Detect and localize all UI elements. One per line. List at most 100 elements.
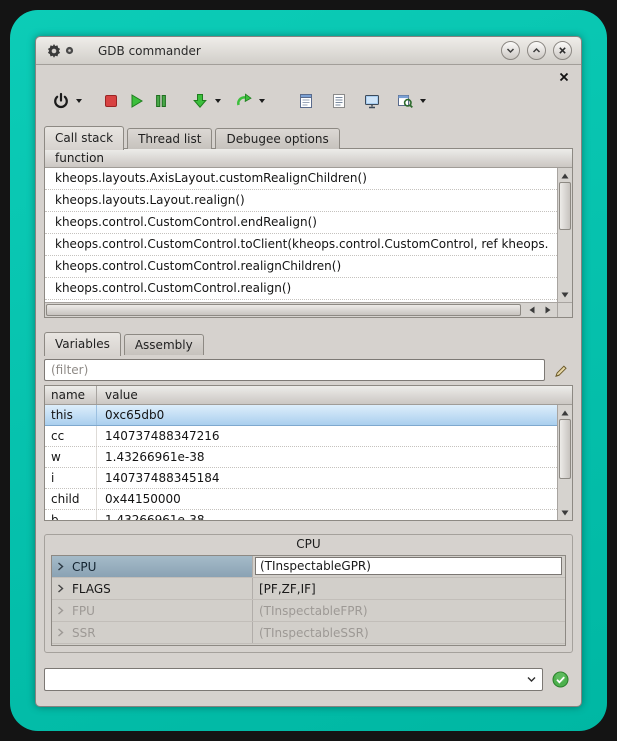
minimize-button[interactable] xyxy=(501,41,520,60)
variable-name: b xyxy=(45,510,97,520)
register-group-value[interactable]: (TInspectableSSR) xyxy=(252,622,565,643)
editor-button[interactable] xyxy=(293,88,318,115)
filter-pen-icon[interactable] xyxy=(552,362,570,380)
cpu-grid-row[interactable]: SSR (TInspectableSSR) xyxy=(52,622,565,644)
variable-name: child xyxy=(45,489,97,509)
command-combobox[interactable] xyxy=(44,668,543,691)
window-title: GDB commander xyxy=(98,44,201,58)
variable-value: 0x44150000 xyxy=(97,489,557,509)
pause-button[interactable] xyxy=(148,88,173,115)
inspect-button[interactable] xyxy=(392,88,417,115)
expander-icon[interactable] xyxy=(52,556,69,577)
scrollbar-thumb[interactable] xyxy=(559,182,571,230)
tab-variables[interactable]: Variables xyxy=(44,332,121,356)
step-into-dropdown[interactable] xyxy=(212,88,223,115)
command-input[interactable] xyxy=(49,670,520,689)
step-over-dropdown[interactable] xyxy=(256,88,267,115)
callstack-list: kheops.layouts.AxisLayout.customRealignC… xyxy=(45,168,557,302)
register-group-value[interactable]: [PF,ZF,IF] xyxy=(252,578,565,599)
vertical-scrollbar[interactable] xyxy=(557,405,572,520)
callstack-row[interactable]: kheops.control.CustomControl.realign() xyxy=(45,278,557,300)
column-header-name[interactable]: name xyxy=(45,386,97,404)
maximize-button[interactable] xyxy=(527,41,546,60)
chevron-down-icon xyxy=(505,45,516,56)
scroll-left-icon[interactable] xyxy=(524,303,540,317)
callstack-row[interactable]: kheops.control.CustomControl.realignChil… xyxy=(45,256,557,278)
cpu-property-grid: CPU (TInspectableGPR) FLAGS [PF,ZF,IF] xyxy=(51,555,566,646)
variable-row[interactable]: child 0x44150000 xyxy=(45,489,557,510)
variable-row[interactable]: cc 140737488347216 xyxy=(45,426,557,447)
monitor-icon xyxy=(363,92,381,110)
scroll-down-icon[interactable] xyxy=(558,506,572,519)
send-command-button[interactable] xyxy=(551,670,570,689)
value-editor[interactable]: (TInspectableGPR) xyxy=(255,557,562,575)
variable-value: 0xc65db0 xyxy=(97,405,557,425)
stop-icon xyxy=(102,92,120,110)
stop-button[interactable] xyxy=(98,88,123,115)
horizontal-scrollbar[interactable] xyxy=(45,302,557,317)
cpu-grid-row[interactable]: FPU (TInspectableFPR) xyxy=(52,600,565,622)
gdb-commander-window: GDB commander xyxy=(35,36,582,707)
variable-row[interactable]: b 1.43266961e-38 xyxy=(45,510,557,520)
cpu-groupbox-title: CPU xyxy=(45,537,572,551)
expander-icon[interactable] xyxy=(52,622,69,643)
dropdown-arrow-icon xyxy=(420,99,426,103)
titlebar[interactable]: GDB commander xyxy=(36,37,581,65)
close-button[interactable] xyxy=(553,41,572,60)
power-icon xyxy=(52,92,70,110)
tab-debugee-options[interactable]: Debugee options xyxy=(215,128,339,149)
scroll-up-icon[interactable] xyxy=(558,406,572,419)
tab-thread-list[interactable]: Thread list xyxy=(127,128,212,149)
inspect-dropdown[interactable] xyxy=(417,88,428,115)
callstack-row[interactable]: kheops.layouts.Layout.realign() xyxy=(45,190,557,212)
variable-row[interactable]: i 140737488345184 xyxy=(45,468,557,489)
scrollbar-thumb[interactable] xyxy=(559,419,571,479)
dropdown-arrow-icon xyxy=(259,99,265,103)
list-button[interactable] xyxy=(326,88,351,115)
combobox-dropdown-icon[interactable] xyxy=(522,669,540,690)
power-button[interactable] xyxy=(48,88,73,115)
register-group-name: FPU xyxy=(69,600,252,621)
cpu-groupbox: CPU CPU (TInspectableGPR) xyxy=(44,534,573,653)
scroll-up-icon[interactable] xyxy=(558,169,572,182)
scrollbar-corner xyxy=(557,302,572,317)
cpu-grid-row[interactable]: FLAGS [PF,ZF,IF] xyxy=(52,578,565,600)
step-over-icon xyxy=(235,92,253,110)
step-over-button[interactable] xyxy=(231,88,256,115)
expander-icon[interactable] xyxy=(52,600,69,621)
scrollbar-thumb[interactable] xyxy=(46,304,521,316)
variable-value: 140737488345184 xyxy=(97,468,557,488)
cpu-grid-row[interactable]: CPU (TInspectableGPR) xyxy=(52,556,565,578)
variable-value: 140737488347216 xyxy=(97,426,557,446)
scroll-right-icon[interactable] xyxy=(540,303,556,317)
vertical-scrollbar[interactable] xyxy=(557,168,572,302)
step-into-icon xyxy=(191,92,209,110)
filter-input[interactable] xyxy=(44,359,545,381)
power-dropdown[interactable] xyxy=(73,88,84,115)
variable-name: this xyxy=(45,405,97,425)
tab-assembly[interactable]: Assembly xyxy=(124,334,204,355)
column-header-value[interactable]: value xyxy=(97,386,572,404)
top-tabbar: Call stack Thread list Debugee options xyxy=(44,124,343,149)
register-group-value[interactable]: (TInspectableFPR) xyxy=(252,600,565,621)
dock-close-button[interactable] xyxy=(557,70,571,84)
monitor-button[interactable] xyxy=(359,88,384,115)
register-group-name: CPU xyxy=(69,556,252,577)
tab-call-stack[interactable]: Call stack xyxy=(44,126,124,150)
variable-row[interactable]: this 0xc65db0 xyxy=(45,405,557,426)
scroll-down-icon[interactable] xyxy=(558,288,572,301)
register-group-value[interactable]: (TInspectableGPR) xyxy=(252,556,565,577)
variables-panel: name value this 0xc65db0 cc 140737488347… xyxy=(44,385,573,521)
filter-row xyxy=(44,359,573,382)
expander-icon[interactable] xyxy=(52,578,69,599)
step-into-button[interactable] xyxy=(187,88,212,115)
run-button[interactable] xyxy=(123,88,148,115)
app-icon xyxy=(46,43,74,59)
window-buttons xyxy=(501,41,572,60)
callstack-column-header[interactable]: function xyxy=(45,149,572,168)
check-icon xyxy=(552,671,569,688)
callstack-row[interactable]: kheops.layouts.AxisLayout.customRealignC… xyxy=(45,168,557,190)
variable-row[interactable]: w 1.43266961e-38 xyxy=(45,447,557,468)
callstack-row[interactable]: kheops.control.CustomControl.endRealign(… xyxy=(45,212,557,234)
callstack-row[interactable]: kheops.control.CustomControl.toClient(kh… xyxy=(45,234,557,256)
